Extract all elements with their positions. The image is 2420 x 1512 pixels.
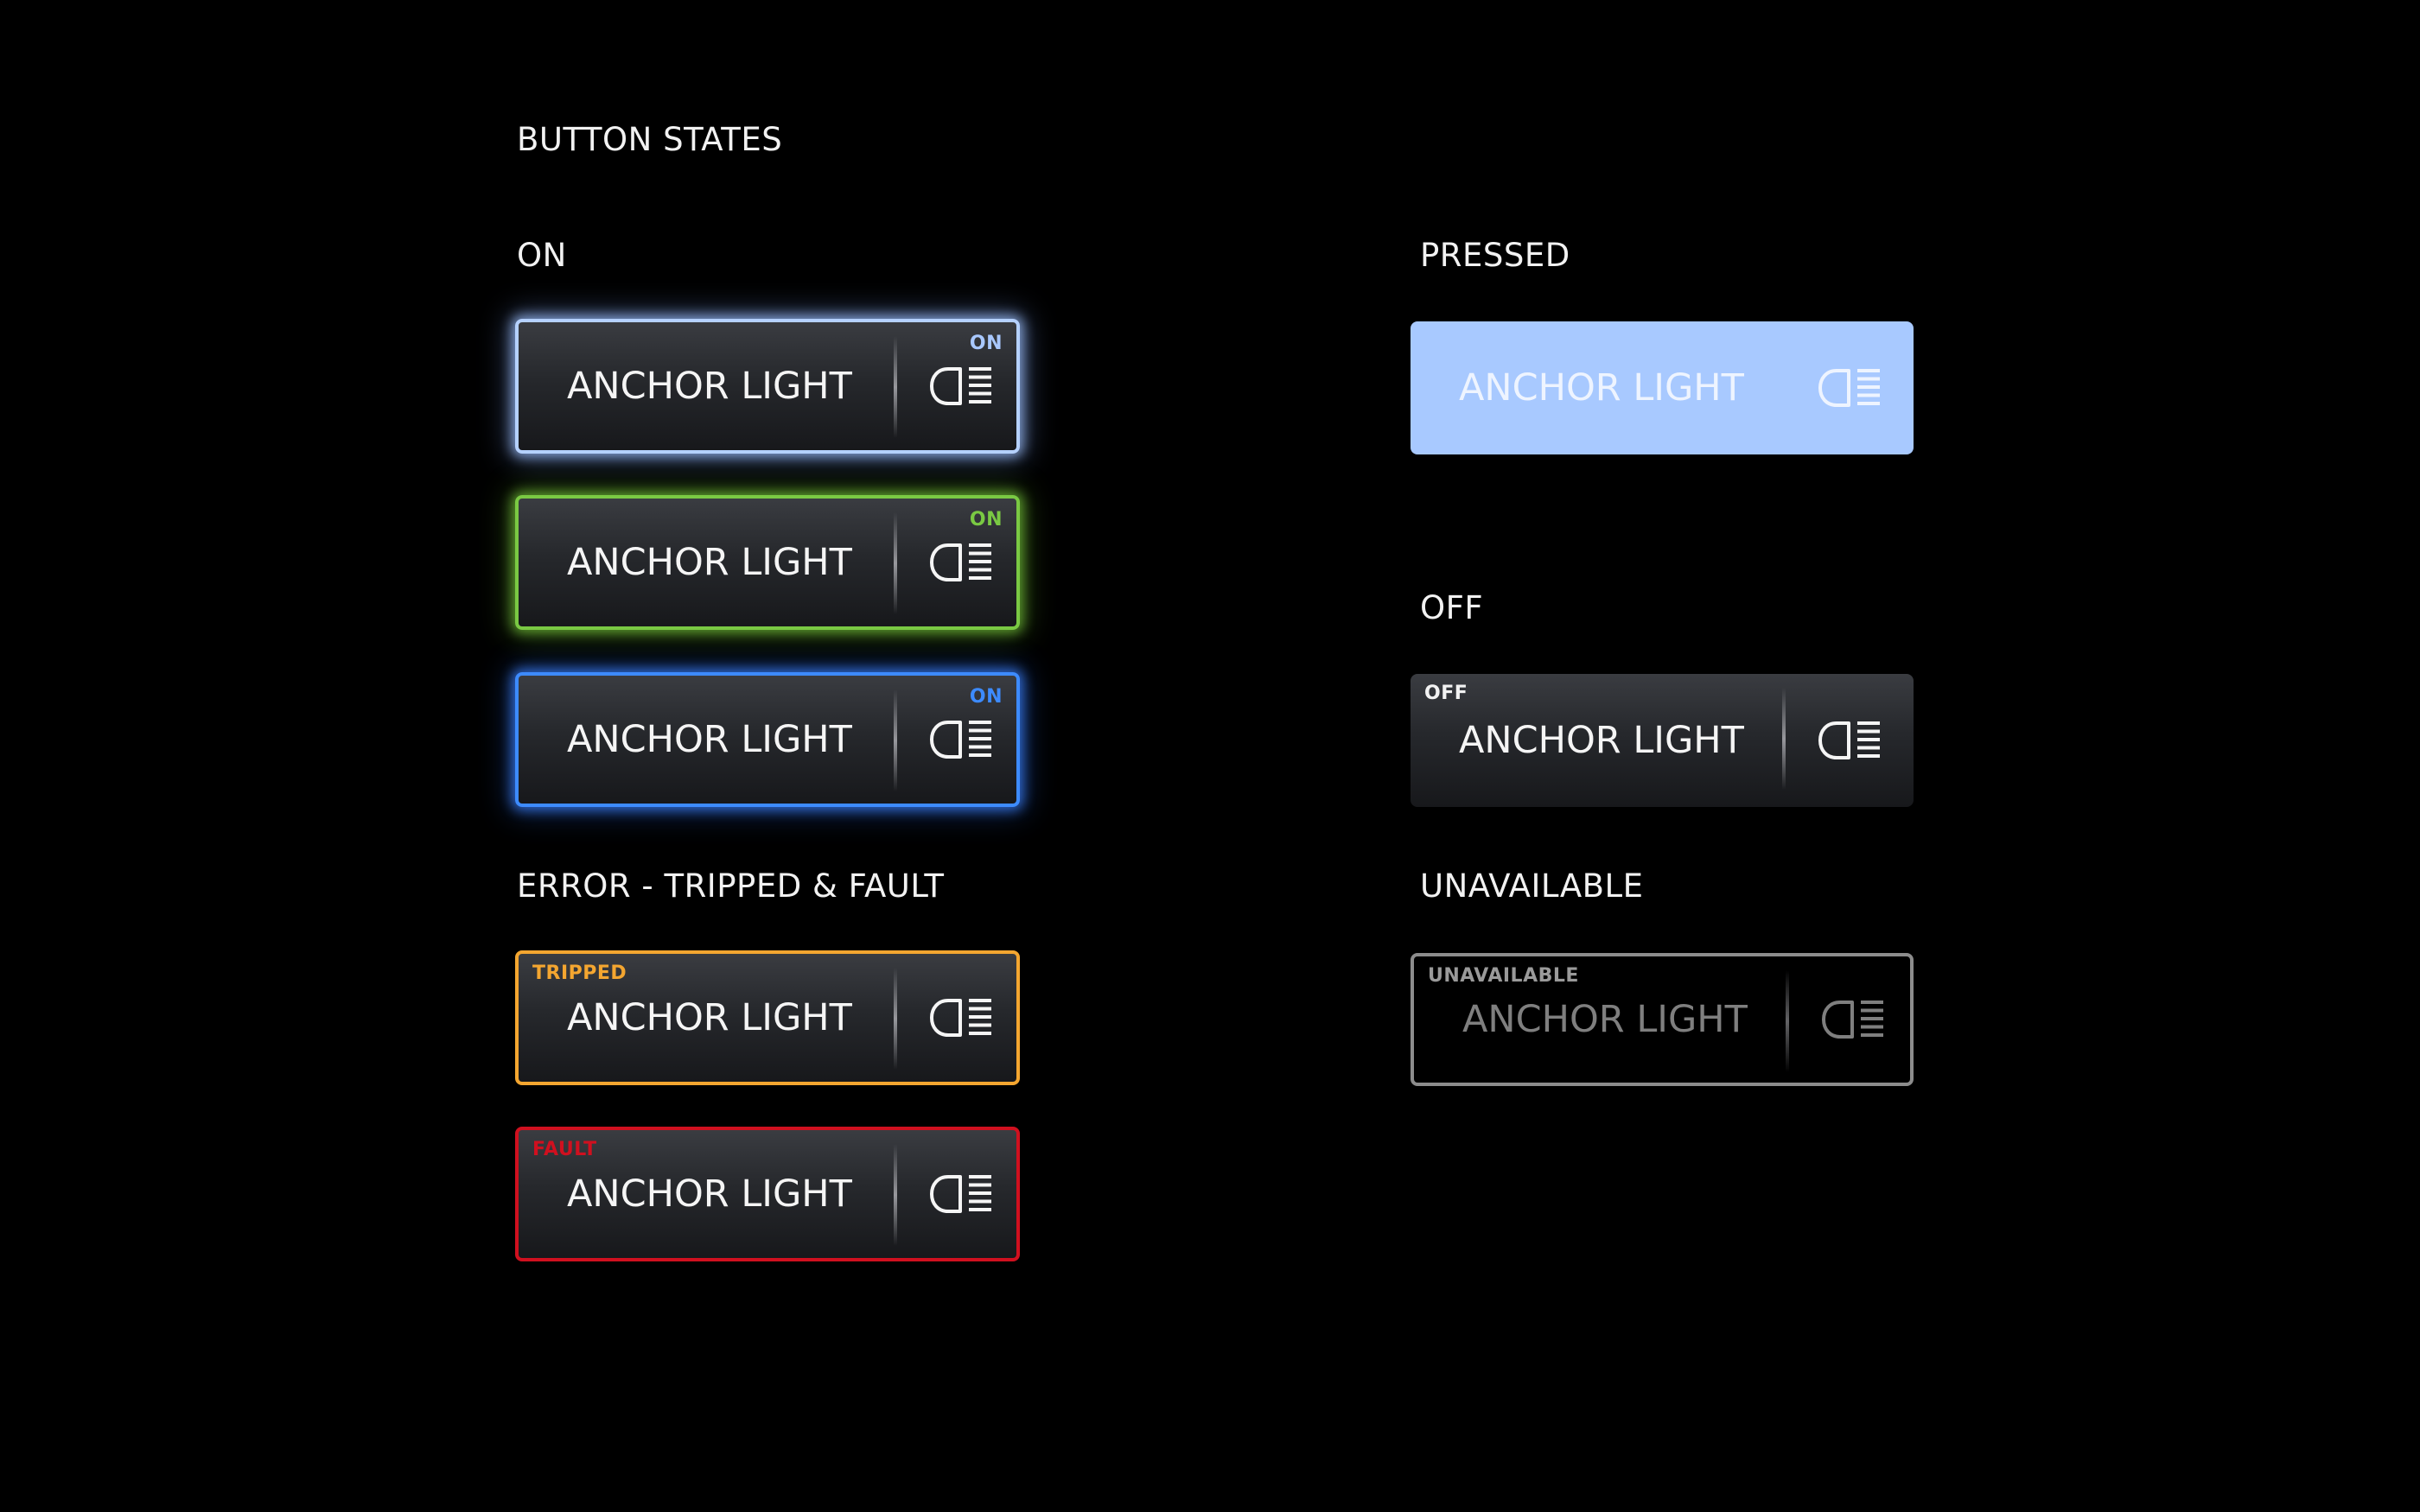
headlight-icon (1821, 998, 1887, 1041)
status-badge: ON (969, 509, 1003, 530)
anchor-light-button-tripped[interactable]: TRIPPED ANCHOR LIGHT (515, 950, 1020, 1085)
status-badge: ON (969, 333, 1003, 354)
button-label: ANCHOR LIGHT (567, 1172, 852, 1216)
section-label-pressed: PRESSED (1420, 237, 1570, 274)
headlight-icon (1818, 719, 1883, 762)
headlight-icon (929, 541, 995, 584)
section-label-on: ON (517, 237, 567, 274)
section-label-unavailable: UNAVAILABLE (1420, 867, 1644, 905)
headlight-icon (1818, 366, 1883, 410)
button-label: ANCHOR LIGHT (567, 365, 852, 408)
status-badge: ON (969, 686, 1003, 708)
button-label: ANCHOR LIGHT (567, 996, 852, 1039)
divider (894, 512, 897, 614)
headlight-icon (929, 718, 995, 761)
button-label: ANCHOR LIGHT (1459, 366, 1744, 410)
button-label: ANCHOR LIGHT (1459, 719, 1744, 762)
headlight-icon (929, 1172, 995, 1216)
anchor-light-button-on-blue[interactable]: ON ANCHOR LIGHT (515, 672, 1020, 807)
button-label: ANCHOR LIGHT (567, 718, 852, 761)
status-badge: OFF (1424, 683, 1468, 704)
anchor-light-button-pressed[interactable]: ANCHOR LIGHT (1411, 321, 1914, 454)
anchor-light-button-on-light-blue[interactable]: ON ANCHOR LIGHT (515, 319, 1020, 454)
status-badge: TRIPPED (532, 962, 627, 984)
anchor-light-button-fault[interactable]: FAULT ANCHOR LIGHT (515, 1127, 1020, 1261)
section-label-error: ERROR - TRIPPED & FAULT (517, 867, 945, 905)
anchor-light-button-off[interactable]: OFF ANCHOR LIGHT (1411, 674, 1914, 807)
page-title: BUTTON STATES (517, 121, 783, 158)
anchor-light-button-unavailable: UNAVAILABLE ANCHOR LIGHT (1411, 953, 1914, 1086)
divider (894, 1144, 897, 1246)
headlight-icon (929, 996, 995, 1039)
divider (1782, 688, 1786, 790)
button-label: ANCHOR LIGHT (1462, 998, 1748, 1041)
anchor-light-button-on-green[interactable]: ON ANCHOR LIGHT (515, 495, 1020, 630)
divider (894, 968, 897, 1070)
status-badge: FAULT (532, 1139, 597, 1160)
divider (1786, 970, 1789, 1072)
status-badge: UNAVAILABLE (1428, 965, 1579, 987)
divider (894, 336, 897, 438)
button-label: ANCHOR LIGHT (567, 541, 852, 584)
divider (894, 689, 897, 791)
section-label-off: OFF (1420, 589, 1484, 626)
headlight-icon (929, 365, 995, 408)
